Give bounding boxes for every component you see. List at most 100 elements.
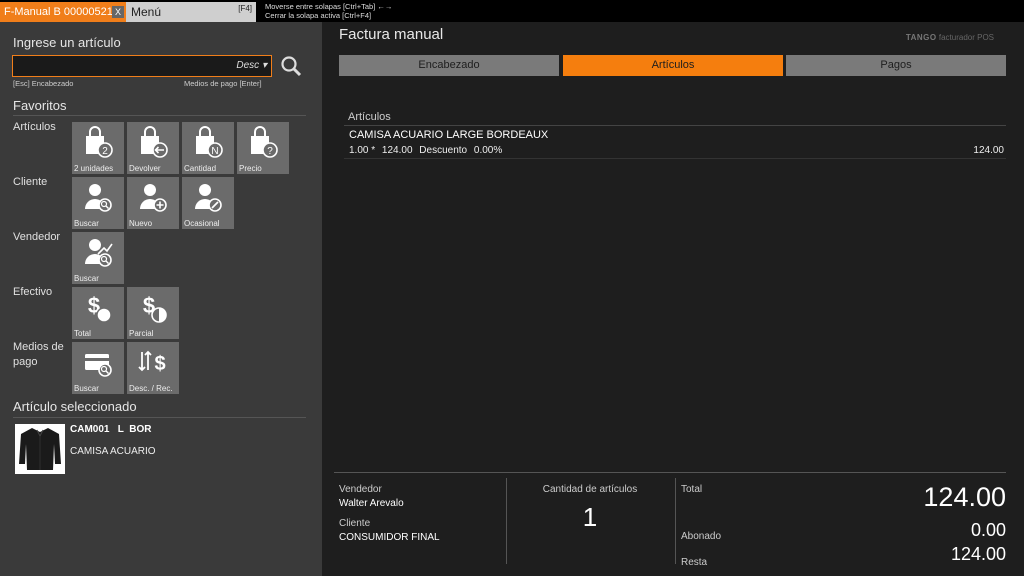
article-count: 1 — [582, 502, 598, 532]
group-label-cash: Efectivo — [13, 286, 53, 298]
client-label: Cliente — [339, 518, 371, 529]
tile-payment-discount[interactable]: $ Desc. / Rec. — [127, 342, 179, 394]
bag-quantity-icon: N — [196, 126, 223, 158]
close-tab-button[interactable]: X — [112, 6, 124, 18]
discount-surcharge-icon: $ — [138, 350, 166, 375]
tile-two-units[interactable]: 2 2 unidades — [72, 122, 124, 174]
search-order-select[interactable]: Desc ▾ — [236, 60, 267, 71]
item-discount: 0.00% — [473, 145, 503, 156]
divider — [344, 158, 1006, 159]
page-title: Factura manual — [339, 26, 444, 43]
card-search-icon — [85, 354, 112, 377]
rest-label: Resta — [681, 557, 708, 568]
article-search-input[interactable]: Desc ▾ — [12, 55, 272, 77]
top-bar: F-Manual B 00000521 X Menú [F4] Moverse … — [0, 0, 1024, 22]
tile-label: Desc. / Rec. — [129, 384, 173, 393]
invoice-panel: Factura manual TANGO facturador POS Enca… — [322, 22, 1024, 576]
svg-text:N: N — [211, 146, 218, 157]
total-label: Total — [681, 484, 703, 495]
divider — [675, 478, 676, 564]
rest-value: 124.00 — [950, 544, 1006, 564]
tab-payments[interactable]: Pagos — [786, 55, 1006, 76]
tile-cash-total[interactable]: $ Total — [72, 287, 124, 339]
tile-label: 2 unidades — [74, 164, 114, 173]
tile-return[interactable]: Devolver — [127, 122, 179, 174]
shirt-icon — [19, 428, 61, 470]
tab-articles[interactable]: Artículos — [563, 55, 783, 76]
search-title: Ingrese un artículo — [13, 35, 121, 50]
hint-payment: Medios de pago [Enter] — [184, 79, 262, 88]
keyboard-hints: Moverse entre solapas [Ctrl+Tab] ←→ Cerr… — [265, 2, 392, 20]
hint-close-tab: Cerrar la solapa activa [Ctrl+F4] — [265, 11, 372, 20]
bag-return-icon — [141, 126, 168, 158]
brand-name: TANGO — [905, 33, 937, 42]
search-icon — [281, 56, 302, 77]
paid-value: 0.00 — [970, 520, 1006, 540]
user-add-icon — [140, 184, 167, 212]
tile-client-new[interactable]: Nuevo — [127, 177, 179, 229]
tile-seller-search[interactable]: Buscar — [72, 232, 124, 284]
divider — [13, 417, 306, 418]
user-search-icon — [85, 184, 112, 212]
brand-logo: TANGO facturador POS — [906, 33, 994, 42]
bag-price-icon: ? — [251, 126, 278, 158]
divider — [344, 125, 1006, 126]
product-image — [15, 424, 65, 474]
svg-text:2: 2 — [102, 146, 108, 157]
tab-document[interactable]: F-Manual B 00000521 X — [0, 2, 126, 22]
tile-quantity[interactable]: N Cantidad — [182, 122, 234, 174]
group-label-articles: Artículos — [13, 121, 56, 133]
bag-two-icon: 2 — [86, 126, 113, 158]
left-panel: Ingrese un artículo Desc ▾ [Esc] Encabez… — [0, 22, 322, 576]
hint-switch-tabs: Moverse entre solapas [Ctrl+Tab] ←→ — [265, 2, 393, 11]
paid-label: Abonado — [681, 531, 722, 542]
svg-text:$: $ — [154, 353, 165, 375]
tile-label: Ocasional — [184, 219, 220, 228]
selected-article-title: Artículo seleccionado — [13, 399, 137, 414]
hint-header: [Esc] Encabezado — [13, 79, 74, 88]
tile-client-search[interactable]: Buscar — [72, 177, 124, 229]
divider — [334, 472, 1006, 473]
tile-cash-partial[interactable]: $ Parcial — [127, 287, 179, 339]
total-value: 124.00 — [923, 482, 1006, 512]
cash-total-icon: $ — [88, 293, 112, 323]
brand-product: facturador POS — [938, 33, 994, 42]
tab-menu-label: Menú — [131, 5, 162, 19]
client-value: CONSUMIDOR FINAL — [339, 532, 440, 543]
items-header: Artículos — [348, 111, 391, 123]
tile-label: Cantidad — [184, 164, 217, 173]
group-label-seller: Vendedor — [13, 231, 61, 243]
tile-label: Buscar — [74, 219, 99, 228]
tile-label: Buscar — [74, 384, 99, 393]
seller-label: Vendedor — [339, 484, 382, 495]
seller-value: Walter Arevalo — [339, 498, 404, 509]
cash-partial-icon: $ — [143, 293, 167, 323]
tile-payment-search[interactable]: Buscar — [72, 342, 124, 394]
group-label-payment-line1: Medios de — [13, 341, 64, 353]
search-button[interactable] — [280, 55, 302, 77]
item-total: 124.00 — [973, 145, 1004, 156]
article-count-label: Cantidad de artículos — [542, 484, 638, 495]
group-label-payment-line2: pago — [13, 356, 38, 368]
tile-client-occasional[interactable]: Ocasional — [182, 177, 234, 229]
tab-document-label: F-Manual B 00000521 — [4, 6, 113, 18]
tile-label: Precio — [239, 164, 262, 173]
tab-menu[interactable]: Menú [F4] — [126, 2, 256, 22]
tile-label: Total — [74, 329, 91, 338]
tile-label: Nuevo — [129, 219, 153, 228]
item-detail: 1.00 * 124.00 Descuento 0.00% — [349, 145, 506, 156]
tile-label: Devolver — [129, 164, 161, 173]
item-price: 124.00 — [381, 145, 413, 156]
tile-price[interactable]: ? Precio — [237, 122, 289, 174]
tile-label: Parcial — [129, 329, 154, 338]
svg-text:?: ? — [267, 146, 273, 157]
selected-article-description: CAMISA ACUARIO — [70, 446, 156, 457]
favorites-title: Favoritos — [13, 98, 67, 113]
item-name: CAMISA ACUARIO LARGE BORDEAUX — [349, 129, 549, 141]
item-quantity: 1.00 * — [349, 145, 376, 156]
menu-shortcut: [F4] — [238, 4, 252, 13]
search-order-value: Desc — [236, 60, 260, 71]
divider — [13, 115, 306, 116]
selected-article-code: CAM001 L BOR — [70, 424, 152, 435]
tab-header[interactable]: Encabezado — [339, 55, 559, 76]
